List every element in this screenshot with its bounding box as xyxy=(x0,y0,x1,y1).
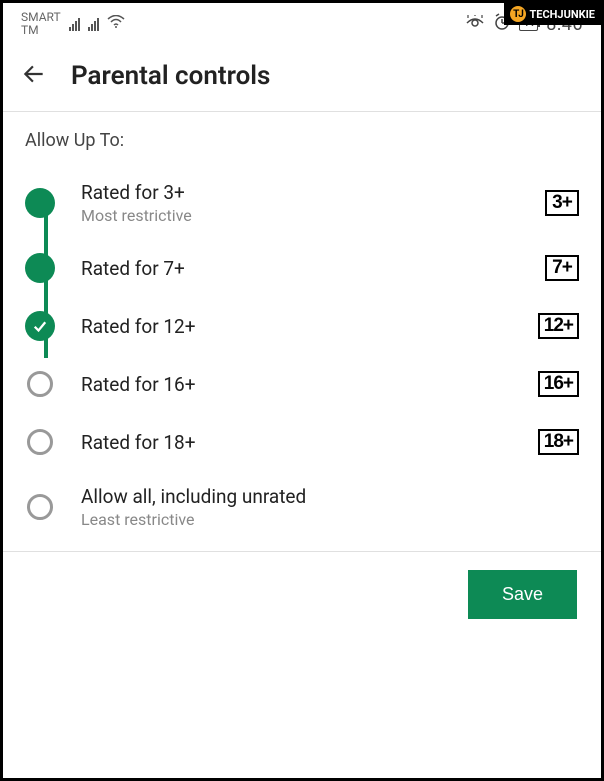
section-label: Allow Up To: xyxy=(3,112,601,161)
page-title: Parental controls xyxy=(71,61,270,91)
radio-checked-icon xyxy=(25,311,55,341)
option-rated-7[interactable]: Rated for 7+ 7+ xyxy=(3,239,601,297)
rating-badge: 16+ xyxy=(538,371,579,397)
radio-empty-icon xyxy=(27,371,53,397)
option-text: Rated for 7+ xyxy=(81,257,519,280)
option-text: Rated for 18+ xyxy=(81,431,512,454)
watermark-text: TECHJUNKIE xyxy=(529,8,595,21)
radio-filled-icon xyxy=(25,253,55,283)
option-title: Allow all, including unrated xyxy=(81,485,579,508)
carrier-line2: TM xyxy=(21,24,61,37)
option-rated-12[interactable]: Rated for 12+ 12+ xyxy=(3,297,601,355)
option-text: Allow all, including unrated Least restr… xyxy=(81,485,579,529)
rating-badge: 7+ xyxy=(545,255,579,281)
option-text: Rated for 3+ Most restrictive xyxy=(81,181,519,225)
signal-icon-2 xyxy=(88,17,99,31)
option-text: Rated for 12+ xyxy=(81,315,512,338)
option-text: Rated for 16+ xyxy=(81,373,512,396)
status-left: SMART TM xyxy=(21,11,125,37)
signal-icon xyxy=(69,17,80,31)
eye-icon xyxy=(465,15,485,33)
rating-badge: 12+ xyxy=(538,313,579,339)
options-list: Rated for 3+ Most restrictive 3+ Rated f… xyxy=(3,161,601,543)
rating-badge: 3+ xyxy=(545,190,579,216)
option-rated-16[interactable]: Rated for 16+ 16+ xyxy=(3,355,601,413)
option-allow-all[interactable]: Allow all, including unrated Least restr… xyxy=(3,471,601,543)
app-bar: Parental controls xyxy=(3,41,601,111)
option-subtitle: Least restrictive xyxy=(81,510,579,529)
option-rated-18[interactable]: Rated for 18+ 18+ xyxy=(3,413,601,471)
option-title: Rated for 18+ xyxy=(81,431,512,454)
watermark-logo: TJ xyxy=(510,6,526,22)
wifi-icon xyxy=(107,15,125,33)
carrier-label: SMART TM xyxy=(21,11,61,37)
radio-filled-icon xyxy=(25,188,55,218)
option-title: Rated for 3+ xyxy=(81,181,519,204)
option-subtitle: Most restrictive xyxy=(81,206,519,225)
option-rated-3[interactable]: Rated for 3+ Most restrictive 3+ xyxy=(3,167,601,239)
save-button[interactable]: Save xyxy=(468,570,577,619)
back-button[interactable] xyxy=(21,61,47,91)
option-title: Rated for 12+ xyxy=(81,315,512,338)
rating-badge: 18+ xyxy=(538,429,579,455)
option-title: Rated for 16+ xyxy=(81,373,512,396)
radio-empty-icon xyxy=(27,494,53,520)
option-title: Rated for 7+ xyxy=(81,257,519,280)
watermark: TJ TECHJUNKIE xyxy=(504,3,601,25)
footer: Save xyxy=(3,552,601,637)
radio-empty-icon xyxy=(27,429,53,455)
